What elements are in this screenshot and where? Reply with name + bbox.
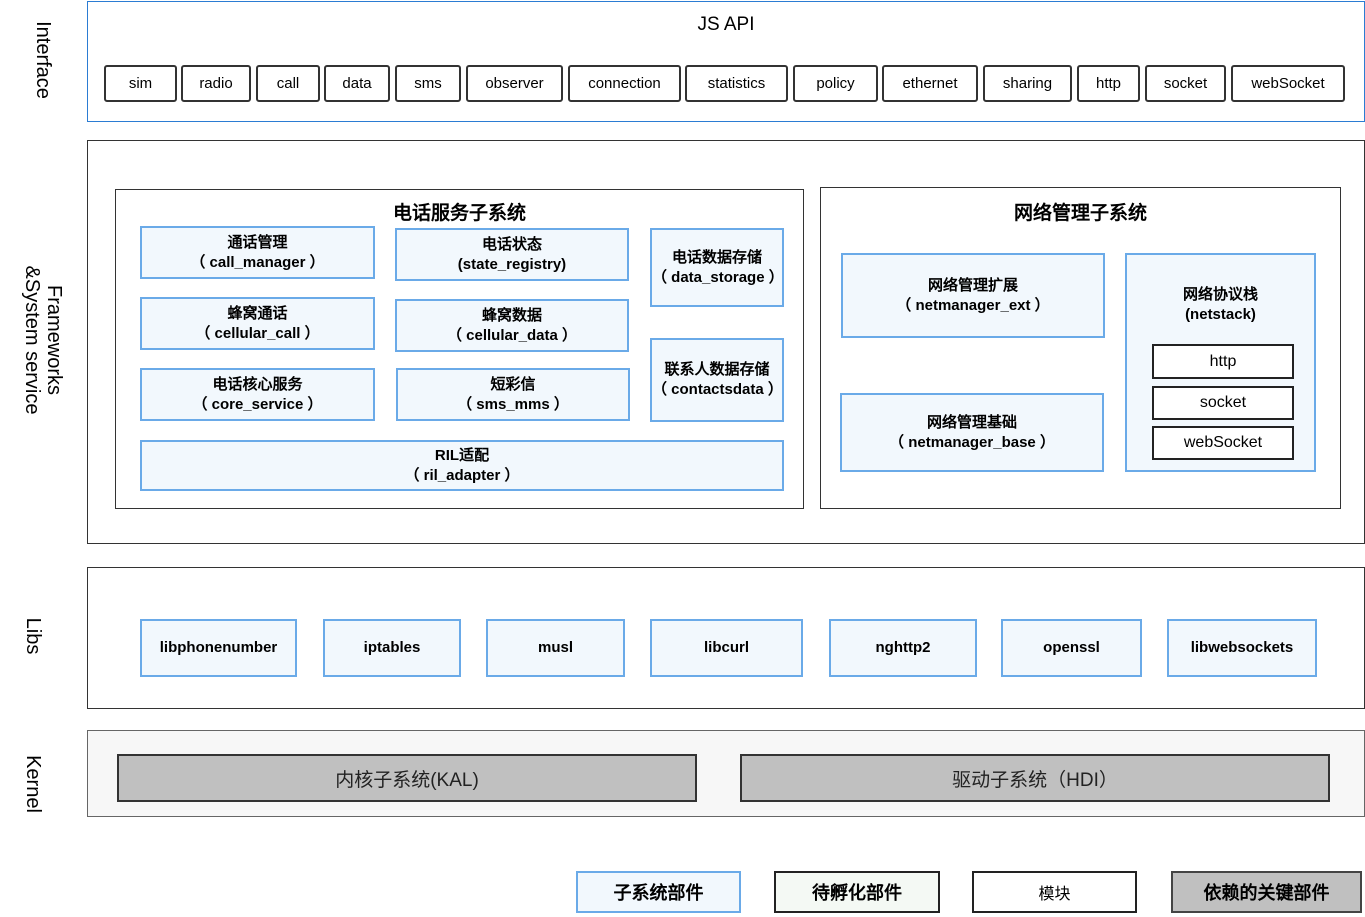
layer-label-interface: Interface <box>32 21 54 99</box>
module-id: （ contactsdata ） <box>652 381 783 398</box>
api-webSocket: webSocket <box>1231 65 1345 102</box>
module-name: 电话核心服务 <box>212 375 303 393</box>
lib-libwebsockets: libwebsockets <box>1167 619 1317 677</box>
module-id: （ cellular_call ） <box>195 324 320 342</box>
module-id: （ ril_adapter ） <box>404 466 520 484</box>
network-title: 网络管理子系统 <box>1013 203 1147 224</box>
telephony-module: 电话核心服务 （ core_service ） <box>140 368 375 421</box>
legend-item: 依赖的关键部件 <box>1171 871 1362 913</box>
api-observer: observer <box>466 65 563 102</box>
module-name: 网络管理扩展 <box>927 276 1018 294</box>
module-name: 网络协议栈 <box>1182 286 1258 303</box>
module-name: 联系人数据存储 <box>664 361 770 378</box>
module-name: 短彩信 <box>490 375 536 393</box>
legend-item: 子系统部件 <box>576 871 741 913</box>
api-statistics: statistics <box>685 65 788 102</box>
module-id: （ netmanager_base ） <box>889 433 1055 451</box>
lib-libcurl: libcurl <box>650 619 803 677</box>
telephony-module: 通话管理 （ call_manager ） <box>140 226 375 279</box>
module-name: 蜂窝数据 <box>481 306 542 324</box>
telephony-module: 蜂窝数据 （ cellular_data ） <box>395 299 629 352</box>
netstack-webSocket: webSocket <box>1152 426 1294 460</box>
api-policy: policy <box>793 65 878 102</box>
module-name: 蜂窝通话 <box>227 304 288 322</box>
lib-iptables: iptables <box>323 619 461 677</box>
api-call: call <box>256 65 320 102</box>
module-id: (state_registry) <box>457 255 567 273</box>
telephony-module: 短彩信 （ sms_mms ） <box>396 368 630 421</box>
layer-label-libs: Libs <box>22 617 44 655</box>
api-sim: sim <box>104 65 177 102</box>
module-id: （ data_storage ） <box>652 268 784 286</box>
module-id: （ core_service ） <box>192 395 323 413</box>
module-name: RIL适配 <box>434 446 490 464</box>
netstack-socket: socket <box>1152 386 1294 420</box>
interface-layer: JS API <box>87 1 1365 122</box>
legend-item: 模块 <box>972 871 1137 913</box>
module-name: 通话管理 <box>227 233 288 251</box>
kernel-hdi: 驱动子系统（HDI） <box>740 754 1330 802</box>
api-socket: socket <box>1145 65 1226 102</box>
lib-libphonenumber: libphonenumber <box>140 619 297 677</box>
lib-nghttp2: nghttp2 <box>829 619 977 677</box>
api-sms: sms <box>395 65 461 102</box>
telephony-module: 蜂窝通话 （ cellular_call ） <box>140 297 375 350</box>
module-id: （ netmanager_ext ） <box>896 296 1050 314</box>
layer-label-frameworks: Frameworks &System service <box>21 265 65 415</box>
api-radio: radio <box>181 65 251 102</box>
api-connection: connection <box>568 65 681 102</box>
legend-item: 待孵化部件 <box>774 871 940 913</box>
network-module: 网络管理基础 （ netmanager_base ） <box>840 393 1104 472</box>
module-id: （ sms_mms ） <box>457 395 569 413</box>
lib-openssl: openssl <box>1001 619 1142 677</box>
telephony-title: 电话服务子系统 <box>392 203 526 224</box>
telephony-module: 电话数据存储 （ data_storage ） <box>650 228 784 307</box>
module-id: （ call_manager ） <box>190 253 325 271</box>
module-id: (netstack) <box>1185 306 1256 323</box>
module-name: 电话数据存储 <box>671 248 762 266</box>
lib-musl: musl <box>486 619 625 677</box>
api-http: http <box>1077 65 1140 102</box>
telephony-module: RIL适配 （ ril_adapter ） <box>140 440 784 491</box>
layer-label-kernel: Kernel <box>22 755 44 813</box>
api-sharing: sharing <box>983 65 1072 102</box>
module-id: （ cellular_data ） <box>446 326 578 344</box>
network-module: 网络管理扩展 （ netmanager_ext ） <box>841 253 1105 338</box>
api-ethernet: ethernet <box>882 65 978 102</box>
api-data: data <box>324 65 390 102</box>
module-name: 电话状态 <box>481 235 542 253</box>
module-name: 网络管理基础 <box>926 413 1017 431</box>
telephony-module: 联系人数据存储 （ contactsdata ） <box>650 338 784 422</box>
telephony-module: 电话状态 (state_registry) <box>395 228 629 281</box>
js-api-title: JS API <box>697 14 755 35</box>
kernel-kal: 内核子系统(KAL) <box>117 754 697 802</box>
netstack-http: http <box>1152 344 1294 379</box>
